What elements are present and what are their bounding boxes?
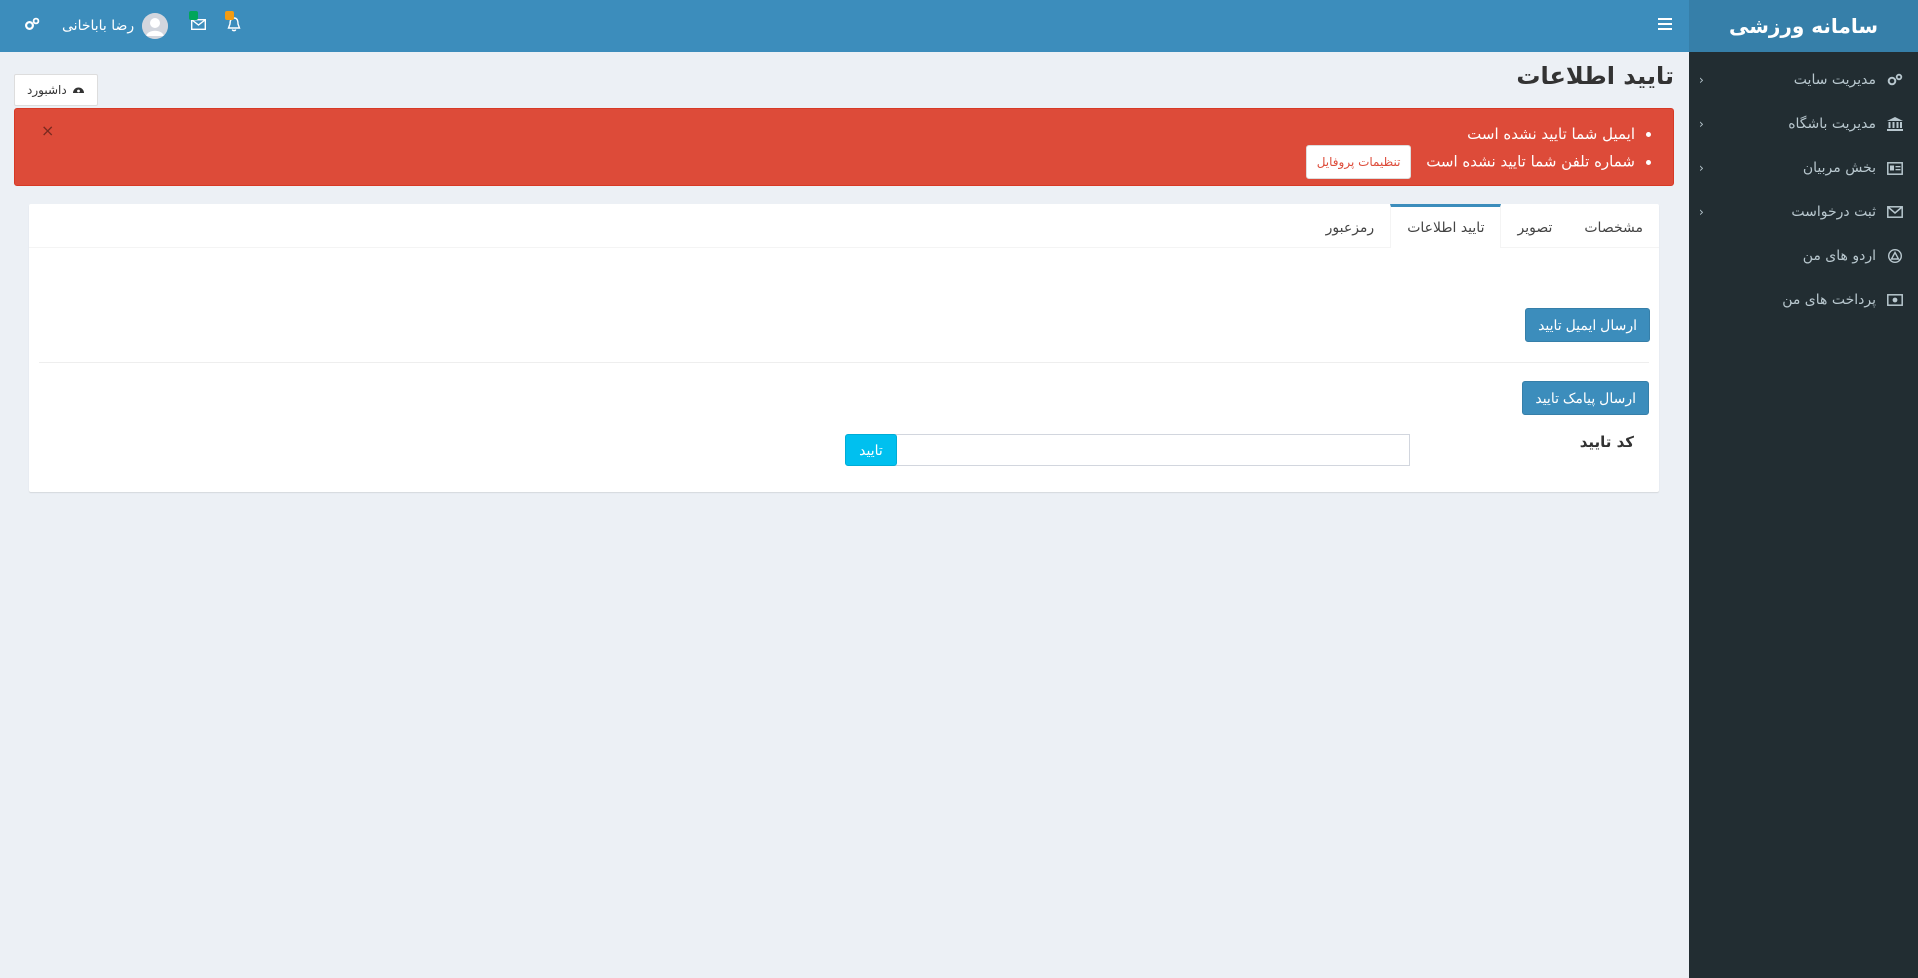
alert-close-button[interactable]: ×: [41, 121, 54, 140]
sidebar-item-site-management[interactable]: مدیریت سایت ‹: [1689, 58, 1918, 102]
tab-picture[interactable]: تصویر: [1501, 204, 1568, 248]
top-navbar: رضا باباخانی: [0, 0, 1689, 52]
sidebar-item-label: اردو های من: [1802, 248, 1876, 264]
notifications-button[interactable]: [216, 0, 252, 52]
settings-toggle-button[interactable]: [14, 0, 50, 52]
envelope-icon: [190, 18, 206, 34]
sidebar-item-my-camps[interactable]: اردو های من: [1689, 234, 1918, 278]
section-divider: [39, 362, 1649, 363]
profile-tabs-box: مشخصات تصویر تایید اطلاعات رمزعبور ارسال…: [29, 204, 1659, 492]
sidebar-item-label: پرداخت های من: [1782, 292, 1876, 308]
sidebar-item-my-payments[interactable]: پرداخت های من: [1689, 278, 1918, 322]
hamburger-icon: [1658, 18, 1672, 34]
user-name: رضا باباخانی: [62, 18, 135, 34]
alert-message-email: ایمیل شما تایید نشده است: [69, 123, 1635, 145]
cogs-icon: [24, 17, 40, 35]
verification-code-label: کد تایید: [1579, 433, 1634, 451]
messages-badge: [189, 11, 199, 20]
breadcrumb-dashboard[interactable]: داشبورد: [14, 74, 98, 106]
avatar: [142, 13, 169, 39]
sidebar-item-submit-request[interactable]: ثبت درخواست ‹: [1689, 190, 1918, 234]
alert-message-phone: شماره تلفن شما تایید نشده است تنظیمات پر…: [69, 145, 1635, 179]
bank-icon: [1884, 117, 1906, 131]
content-wrapper: تایید اطلاعات داشبورد × ایمیل شما تایید …: [0, 52, 1689, 978]
app-logo[interactable]: سامانه ورزشی: [1689, 0, 1918, 52]
verification-code-submit-button[interactable]: تایید: [845, 434, 897, 466]
page-title: تایید اطلاعات: [1516, 62, 1674, 90]
chevron-left-icon: ‹: [1699, 205, 1704, 219]
tab-details[interactable]: مشخصات: [1568, 204, 1659, 248]
profile-settings-button[interactable]: تنظیمات پروفایل: [1305, 145, 1412, 179]
id-card-icon: [1884, 161, 1906, 175]
chevron-left-icon: ‹: [1699, 117, 1704, 131]
sidebar-item-coaches[interactable]: بخش مربیان ‹: [1689, 146, 1918, 190]
messages-button[interactable]: [180, 0, 216, 52]
send-sms-verification-button[interactable]: ارسال پیامک تایید: [1522, 381, 1649, 415]
sidebar-item-label: مدیریت سایت: [1793, 72, 1876, 88]
alert-message-phone-text: شماره تلفن شما تایید نشده است: [1426, 152, 1635, 171]
gears-icon: [1884, 73, 1906, 87]
sidebar-menu: مدیریت سایت ‹ مدیریت باشگاه ‹ بخش مربیان…: [1689, 52, 1918, 322]
notifications-badge: [225, 11, 235, 20]
sidebar-item-label: بخش مربیان: [1802, 160, 1876, 176]
user-menu[interactable]: رضا باباخانی: [50, 0, 180, 52]
navbar-custom-menu: رضا باباخانی: [0, 0, 252, 52]
money-icon: [1884, 294, 1906, 306]
tent-icon: [1884, 249, 1906, 263]
sidebar-item-label: ثبت درخواست: [1791, 204, 1876, 220]
sidebar-item-club-management[interactable]: مدیریت باشگاه ‹: [1689, 102, 1918, 146]
sidebar-toggle-button[interactable]: [1653, 14, 1677, 38]
breadcrumb-label: داشبورد: [27, 83, 67, 97]
error-alert: × ایمیل شما تایید نشده است شماره تلفن شم…: [14, 108, 1674, 186]
chevron-left-icon: ‹: [1699, 161, 1704, 175]
dashboard-icon: [72, 83, 85, 97]
tab-bar: مشخصات تصویر تایید اطلاعات رمزعبور: [29, 204, 1659, 248]
chevron-left-icon: ‹: [1699, 73, 1704, 87]
envelope-icon: [1884, 206, 1906, 218]
sidebar: سامانه ورزشی مدیریت سایت ‹ مدیریت باشگاه…: [1689, 0, 1918, 978]
sidebar-item-label: مدیریت باشگاه: [1788, 116, 1876, 132]
verification-code-input[interactable]: [874, 434, 1410, 466]
send-email-verification-button[interactable]: ارسال ایمیل تایید: [1525, 308, 1650, 342]
alert-messages: ایمیل شما تایید نشده است شماره تلفن شما …: [69, 123, 1653, 179]
tab-password[interactable]: رمزعبور: [1310, 204, 1391, 248]
tab-verification[interactable]: تایید اطلاعات: [1390, 204, 1502, 248]
